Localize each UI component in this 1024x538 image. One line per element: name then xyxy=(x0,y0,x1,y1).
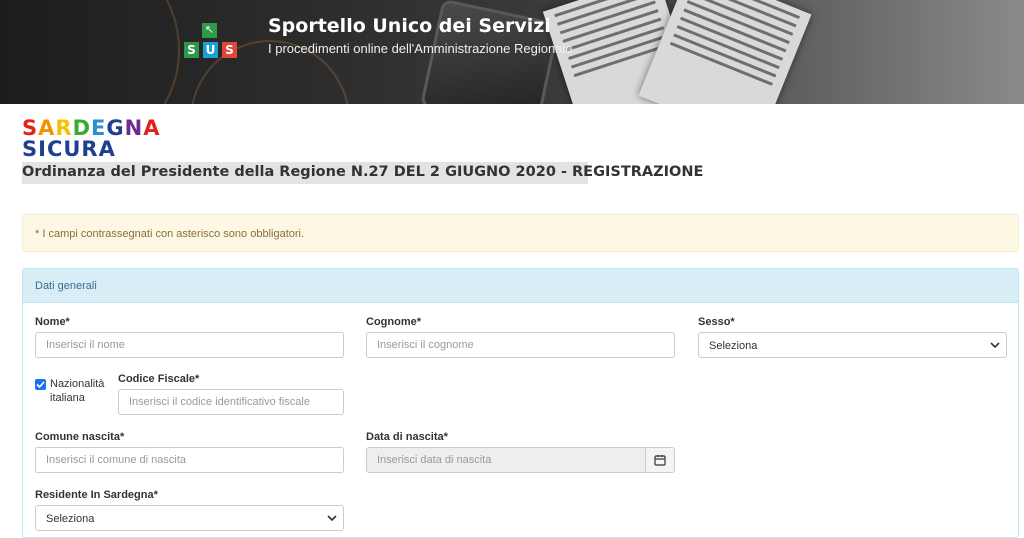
brand-letter: R xyxy=(55,116,73,140)
logo-letter-s: S xyxy=(184,42,199,58)
calendar-button[interactable] xyxy=(645,447,675,473)
site-subtitle: I procedimenti online dell'Amministrazio… xyxy=(268,41,573,56)
sardegna-sicura-logo: SARDEGNA SICURA xyxy=(22,118,160,160)
chevron-down-icon xyxy=(327,515,337,522)
brand-letter: D xyxy=(72,116,91,140)
brand-line-2: SICURA xyxy=(22,137,116,161)
nome-input[interactable] xyxy=(35,332,344,358)
residente-select[interactable]: Seleziona xyxy=(35,505,344,531)
codice-fiscale-input[interactable] xyxy=(118,389,344,415)
brand-line-1: SARDEGNA xyxy=(22,118,160,139)
sesso-label: Sesso* xyxy=(698,316,735,328)
brand-letter: N xyxy=(124,116,144,140)
page-title: Ordinanza del Presidente della Regione N… xyxy=(22,162,703,184)
residente-select-value: Seleziona xyxy=(46,513,95,525)
sesso-select[interactable]: Seleziona xyxy=(698,332,1007,358)
data-nascita-label: Data di nascita* xyxy=(366,431,448,443)
brand-letter: A xyxy=(38,116,56,140)
sus-logo[interactable]: ↖ S U S xyxy=(184,23,238,61)
header-banner: ↖ S U S Sportello Unico dei Servizi I pr… xyxy=(0,0,1024,104)
comune-nascita-label: Comune nascita* xyxy=(35,431,125,443)
cursor-arrow-icon: ↖ xyxy=(202,23,217,38)
codice-fiscale-label: Codice Fiscale* xyxy=(118,373,200,385)
checkmark-icon xyxy=(36,381,45,389)
data-nascita-input[interactable] xyxy=(366,447,646,473)
nazionalita-label-line2: italiana xyxy=(50,392,85,404)
cognome-input[interactable] xyxy=(366,332,675,358)
residente-label: Residente In Sardegna* xyxy=(35,489,158,501)
nazionalita-checkbox[interactable] xyxy=(35,379,46,390)
decorative-ring xyxy=(0,0,180,104)
cognome-label: Cognome* xyxy=(366,316,421,328)
brand-letter: E xyxy=(91,116,107,140)
sesso-select-value: Seleziona xyxy=(709,340,758,352)
nazionalita-label-line1: Nazionalità xyxy=(50,378,105,390)
site-title[interactable]: Sportello Unico dei Servizi xyxy=(268,15,551,37)
comune-nascita-input[interactable] xyxy=(35,447,344,473)
panel-heading: Dati generali xyxy=(23,269,1018,303)
brand-letter: G xyxy=(106,116,125,140)
calendar-icon xyxy=(654,455,666,466)
brand-letter: A xyxy=(143,116,161,140)
required-fields-alert: * I campi contrassegnati con asterisco s… xyxy=(22,214,1019,252)
logo-letter-u: U xyxy=(203,42,218,58)
logo-letter-s2: S xyxy=(222,42,237,58)
nome-label: Nome* xyxy=(35,316,70,328)
brand-letter: S xyxy=(22,116,39,140)
chevron-down-icon xyxy=(990,342,1000,349)
